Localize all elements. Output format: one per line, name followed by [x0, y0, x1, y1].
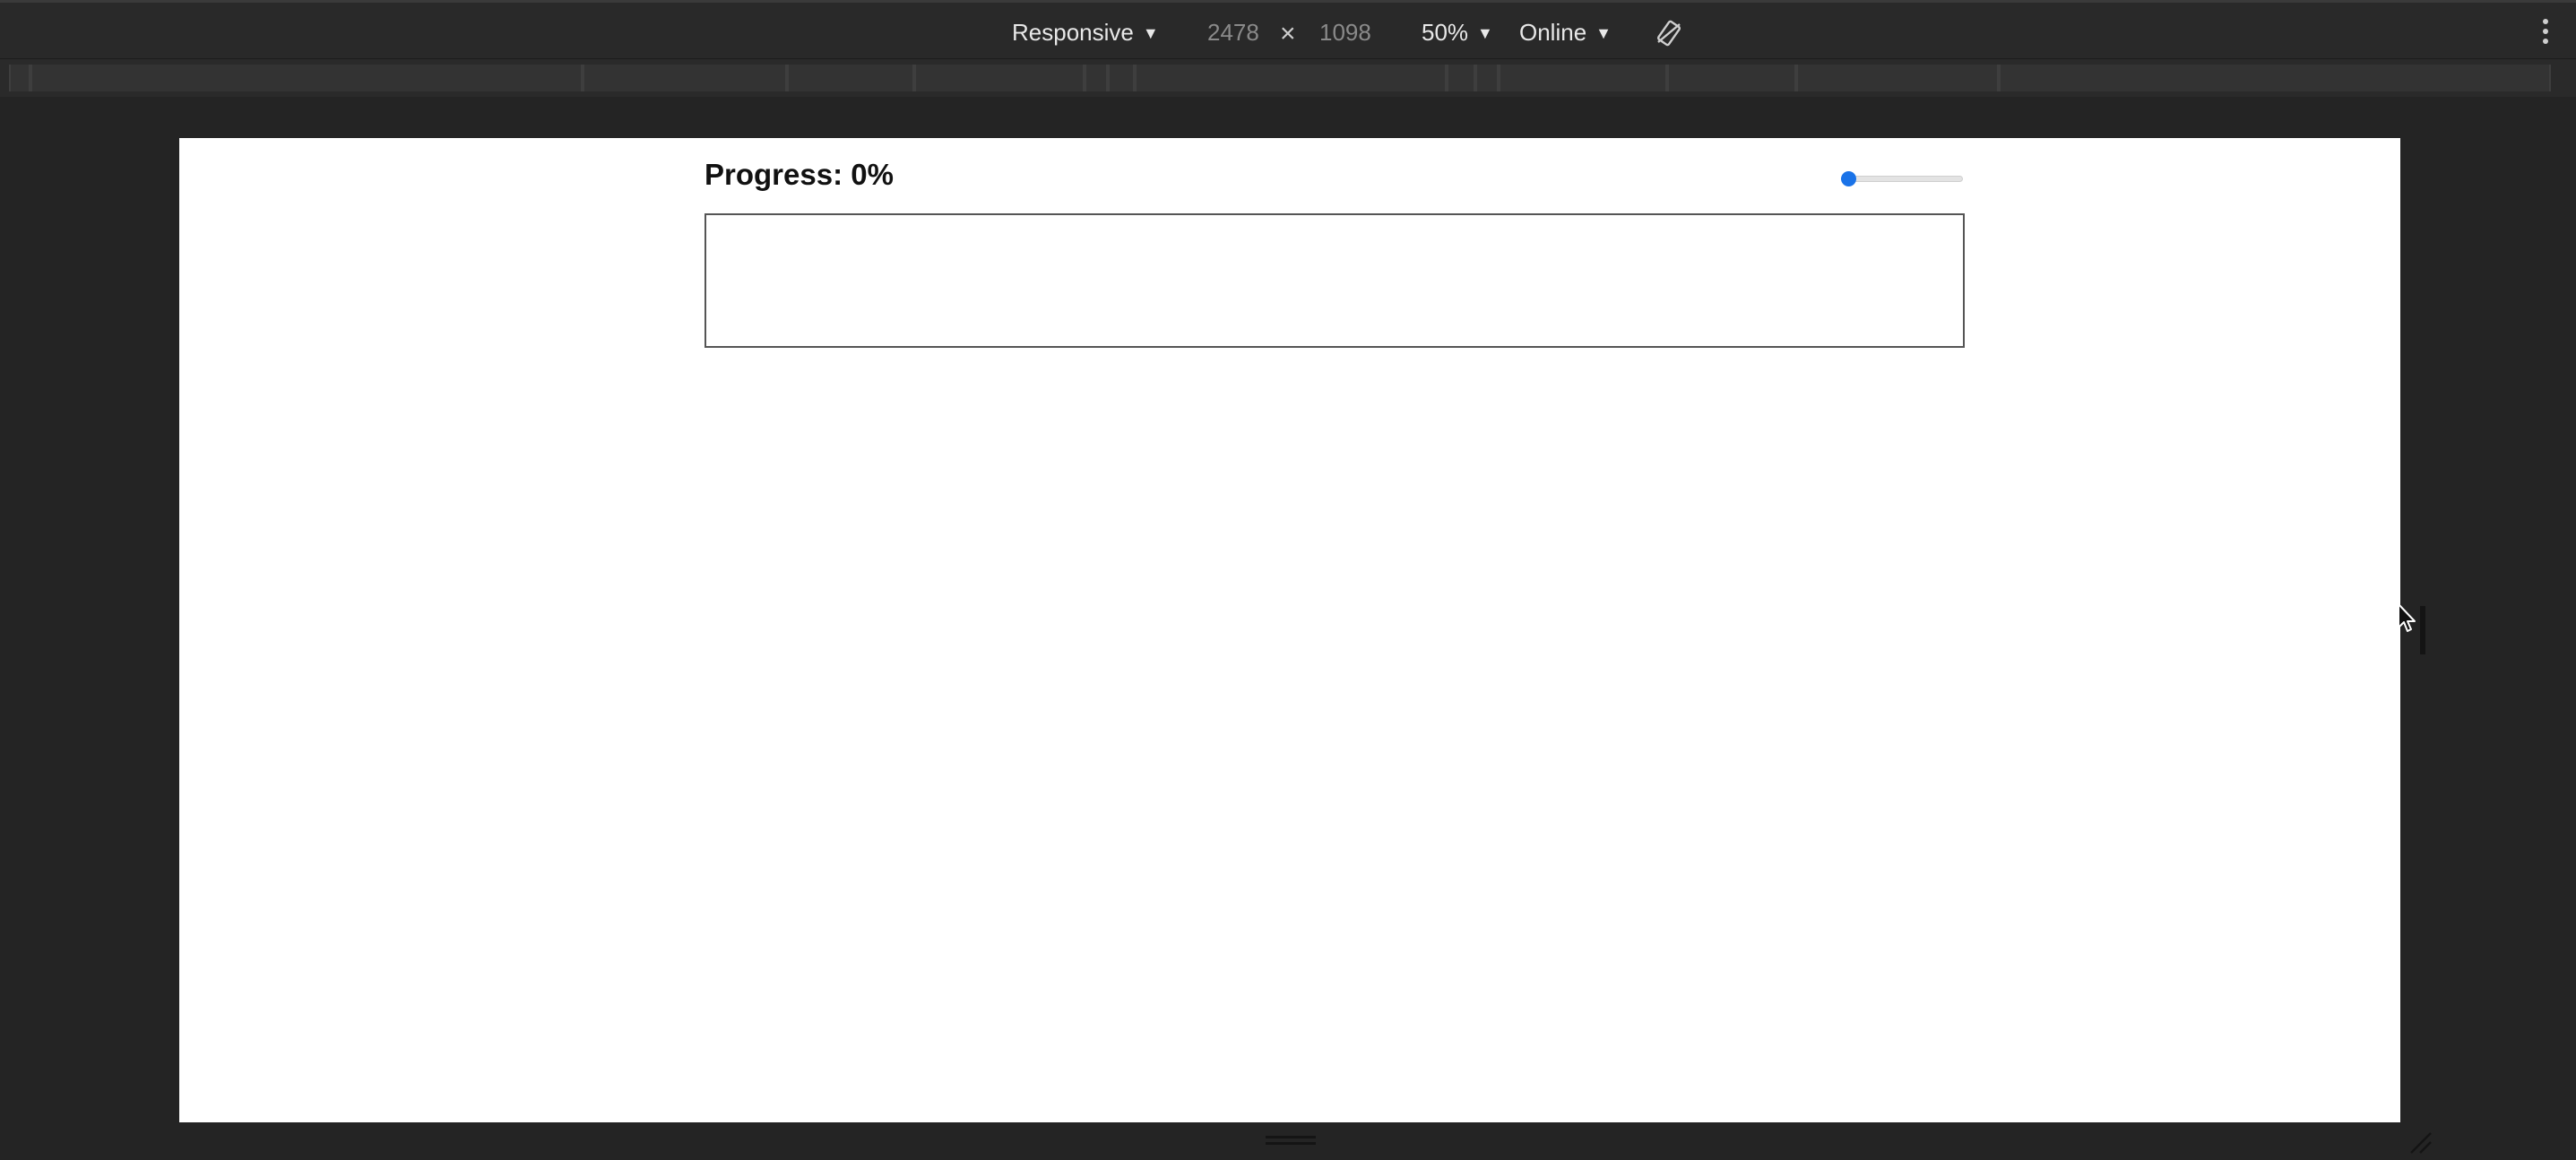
chevron-down-icon: ▼	[1477, 24, 1493, 42]
zoom-select[interactable]: 50% ▼	[1422, 3, 1493, 62]
media-query-segment[interactable]	[1999, 65, 2551, 91]
media-query-segment[interactable]	[1108, 65, 1135, 91]
slider-track[interactable]	[1841, 176, 1963, 182]
bottom-resize-handle[interactable]	[1266, 1136, 1316, 1147]
media-query-segment[interactable]	[30, 65, 583, 91]
corner-resize-icon[interactable]	[2407, 1130, 2433, 1155]
device-toolbar: Responsive ▼ 2478 × 1098 50% ▼ Online ▼	[0, 0, 2576, 59]
zoom-select-label: 50%	[1422, 19, 1469, 46]
height-input[interactable]: 1098	[1319, 3, 1371, 62]
progress-slider[interactable]	[1841, 170, 1963, 188]
device-viewport: Progress: 0%	[179, 138, 2400, 1122]
media-query-segment[interactable]	[1667, 65, 1796, 91]
chevron-down-icon: ▼	[1142, 24, 1159, 42]
kebab-menu-icon[interactable]	[2540, 19, 2551, 48]
dimension-separator: ×	[1280, 19, 1296, 48]
media-query-segment[interactable]	[1796, 65, 1999, 91]
progress-heading: Progress: 0%	[705, 158, 894, 191]
right-resize-handle[interactable]	[2420, 606, 2425, 654]
media-query-segment[interactable]	[1085, 65, 1108, 91]
throttle-select-label: Online	[1519, 19, 1587, 46]
device-select-label: Responsive	[1012, 19, 1134, 46]
rotate-icon[interactable]	[1655, 19, 1683, 48]
mouse-cursor-icon	[2398, 603, 2416, 632]
slider-thumb[interactable]	[1841, 171, 1856, 186]
media-query-segment[interactable]	[1499, 65, 1667, 91]
device-select[interactable]: Responsive ▼	[1012, 3, 1159, 62]
media-query-segment[interactable]	[914, 65, 1085, 91]
throttle-select[interactable]: Online ▼	[1519, 3, 1612, 62]
chevron-down-icon: ▼	[1595, 24, 1612, 42]
width-input[interactable]: 2478	[1207, 3, 1259, 62]
media-query-segment[interactable]	[787, 65, 914, 91]
media-query-segment[interactable]	[1475, 65, 1499, 91]
media-query-segment[interactable]	[1135, 65, 1447, 91]
media-query-segment[interactable]	[9, 65, 30, 91]
media-query-segment[interactable]	[583, 65, 787, 91]
progress-box	[705, 213, 1965, 348]
media-query-bar[interactable]	[0, 59, 2576, 97]
media-query-segment[interactable]	[1447, 65, 1475, 91]
